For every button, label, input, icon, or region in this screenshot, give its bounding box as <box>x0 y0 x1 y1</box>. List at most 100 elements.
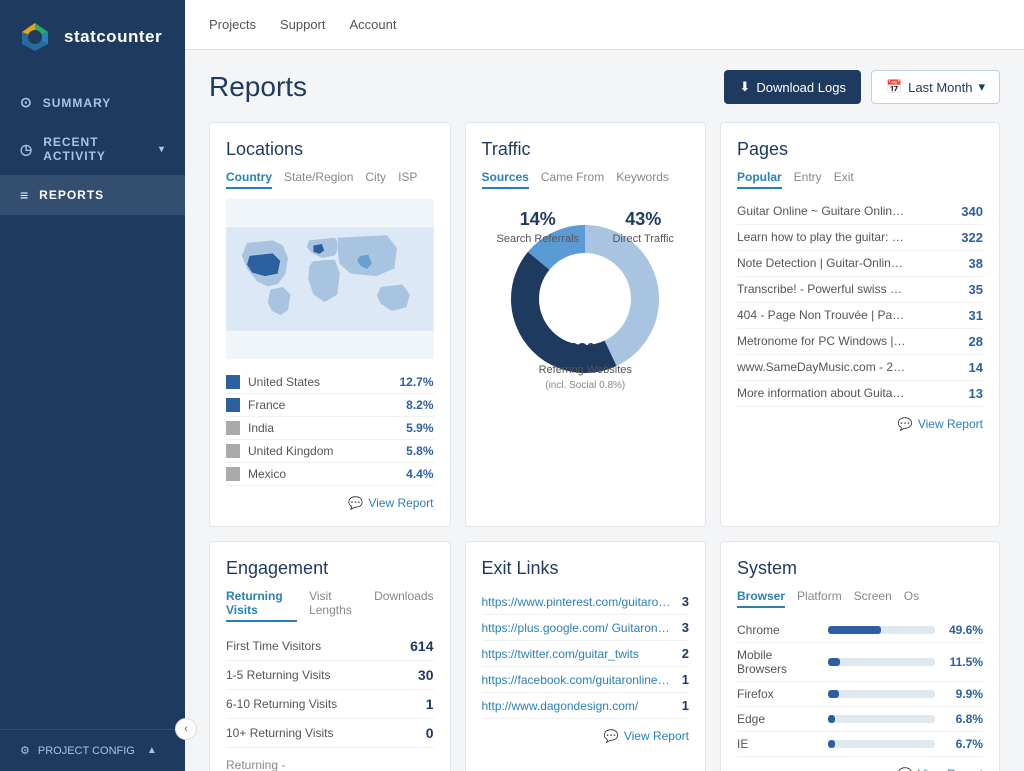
list-item: Note Detection | Guitar-Online (https:..… <box>737 251 983 277</box>
sidebar-collapse-button[interactable]: ‹ <box>175 718 197 740</box>
returning-sublabel: Returning - <box>226 758 434 771</box>
country-pct-us: 12.7% <box>399 375 433 389</box>
sidebar-item-summary[interactable]: ⊙ SUMMARY <box>0 82 185 123</box>
exitlink-url-3: https://facebook.com/guitaronline.com <box>482 673 672 687</box>
page-count-5: 28 <box>953 334 983 349</box>
page-count-3: 35 <box>953 282 983 297</box>
page-count-2: 38 <box>953 256 983 271</box>
sidebar-item-reports[interactable]: ≡ REPORTS <box>0 175 185 215</box>
engagement-value-1: 30 <box>418 667 434 683</box>
list-item: Metronome for PC Windows | Other ... 28 <box>737 329 983 355</box>
tab-platform[interactable]: Platform <box>797 589 842 608</box>
sidebar-item-recent-activity[interactable]: ◷ RECENT ACTIVITY ▾ <box>0 123 185 175</box>
tab-exit[interactable]: Exit <box>834 170 854 189</box>
engagement-card: Engagement Returning Visits Visit Length… <box>209 541 451 771</box>
period-chevron-icon: ▾ <box>978 79 985 95</box>
list-item: 10+ Returning Visits 0 <box>226 719 434 748</box>
sidebar-item-label-reports: REPORTS <box>39 188 104 202</box>
system-title: System <box>737 558 983 579</box>
page-name-0: Guitar Online ~ Guitare Online ~ Guit... <box>737 204 907 219</box>
nav-account[interactable]: Account <box>350 17 397 32</box>
download-logs-button[interactable]: ⬇ Download Logs <box>724 70 861 104</box>
pages-card: Pages Popular Entry Exit Guitar Online ~… <box>720 122 1000 527</box>
tab-sources[interactable]: Sources <box>482 170 529 189</box>
page-content: Reports ⬇ Download Logs 📅 Last Month ▾ L… <box>185 50 1024 771</box>
list-item: 1-5 Returning Visits 30 <box>226 661 434 690</box>
browser-pct-0: 49.6% <box>941 623 983 637</box>
exitlink-count-1: 3 <box>673 620 689 635</box>
tab-popular[interactable]: Popular <box>737 170 782 189</box>
traffic-title: Traffic <box>482 139 690 160</box>
browser-bar-fill-3 <box>828 715 835 723</box>
locations-card: Locations Country State/Region City ISP <box>209 122 451 527</box>
period-label: Last Month <box>908 80 972 95</box>
nav-projects[interactable]: Projects <box>209 17 256 32</box>
nav-support[interactable]: Support <box>280 17 326 32</box>
list-item: Edge 6.8% <box>737 707 983 732</box>
referring-websites-label: 43% Referring Websites (incl. Social 0.8… <box>533 340 637 391</box>
tab-screen[interactable]: Screen <box>854 589 892 608</box>
sidebar-item-label-summary: SUMMARY <box>43 96 112 110</box>
engagement-title: Engagement <box>226 558 434 579</box>
country-flag-uk <box>226 444 240 458</box>
sidebar-logo-text: statcounter <box>64 27 162 47</box>
exitlinks-view-report[interactable]: 💬 View Report <box>482 729 690 743</box>
browser-bar-bg-1 <box>828 658 935 666</box>
list-item: 6-10 Returning Visits 1 <box>226 690 434 719</box>
pages-view-report[interactable]: 💬 View Report <box>737 417 983 431</box>
period-selector-button[interactable]: 📅 Last Month ▾ <box>871 70 1000 104</box>
list-item: https://twitter.com/guitar_twits 2 <box>482 641 690 667</box>
locations-view-report[interactable]: 💬 View Report <box>226 496 434 510</box>
view-report-icon: 💬 <box>604 729 619 743</box>
country-pct-mx: 4.4% <box>406 467 433 481</box>
page-name-3: Transcribe! - Powerful swiss knife for .… <box>737 282 907 297</box>
country-name-in: India <box>248 421 406 435</box>
engagement-label-1: 1-5 Returning Visits <box>226 668 331 682</box>
pages-list: Guitar Online ~ Guitare Online ~ Guit...… <box>737 199 983 407</box>
tab-visit-lengths[interactable]: Visit Lengths <box>309 589 362 622</box>
browser-pct-4: 6.7% <box>941 737 983 751</box>
engagement-value-2: 1 <box>426 696 434 712</box>
calendar-icon: 📅 <box>886 79 902 95</box>
system-tabs: Browser Platform Screen Os <box>737 589 983 608</box>
sidebar-item-label-recent-activity: RECENT ACTIVITY <box>43 135 145 163</box>
browser-bar-fill-1 <box>828 658 840 666</box>
list-item: France 8.2% <box>226 394 434 417</box>
tab-isp[interactable]: ISP <box>398 170 417 189</box>
reports-icon: ≡ <box>20 187 29 203</box>
pages-tabs: Popular Entry Exit <box>737 170 983 189</box>
sidebar: statcounter ⊙ SUMMARY ◷ RECENT ACTIVITY … <box>0 0 185 771</box>
page-name-1: Learn how to play the guitar: tutorial..… <box>737 230 907 245</box>
tab-os[interactable]: Os <box>904 589 919 608</box>
exitlinks-list: https://www.pinterest.com/guitaronline/ … <box>482 589 690 719</box>
tab-country[interactable]: Country <box>226 170 272 189</box>
country-flag-fr <box>226 398 240 412</box>
country-name-us: United States <box>248 375 399 389</box>
exitlink-count-0: 3 <box>673 594 689 609</box>
page-name-2: Note Detection | Guitar-Online (https:..… <box>737 256 907 271</box>
tab-came-from[interactable]: Came From <box>541 170 604 189</box>
tab-browser[interactable]: Browser <box>737 589 785 608</box>
tab-entry[interactable]: Entry <box>794 170 822 189</box>
page-count-1: 322 <box>953 230 983 245</box>
system-view-report[interactable]: 💬 View Report <box>737 767 983 771</box>
tab-state-region[interactable]: State/Region <box>284 170 353 189</box>
engagement-value-0: 614 <box>410 638 433 654</box>
tab-returning-visits[interactable]: Returning Visits <box>226 589 297 622</box>
page-count-7: 13 <box>953 386 983 401</box>
tab-city[interactable]: City <box>365 170 386 189</box>
page-count-4: 31 <box>953 308 983 323</box>
project-config-label: PROJECT CONFIG <box>38 745 135 757</box>
tab-downloads[interactable]: Downloads <box>374 589 433 622</box>
country-pct-fr: 8.2% <box>406 398 433 412</box>
list-item: Transcribe! - Powerful swiss knife for .… <box>737 277 983 303</box>
list-item: 404 - Page Non Trouvée | Page Not ... 31 <box>737 303 983 329</box>
country-name-mx: Mexico <box>248 467 406 481</box>
page-name-5: Metronome for PC Windows | Other ... <box>737 334 907 349</box>
project-config[interactable]: ⚙ PROJECT CONFIG ▲ <box>0 729 185 771</box>
pages-view-report-label: View Report <box>918 417 983 431</box>
tab-keywords[interactable]: Keywords <box>616 170 669 189</box>
browser-pct-3: 6.8% <box>941 712 983 726</box>
list-item: Firefox 9.9% <box>737 682 983 707</box>
dashboard-grid: Locations Country State/Region City ISP <box>209 122 1000 771</box>
